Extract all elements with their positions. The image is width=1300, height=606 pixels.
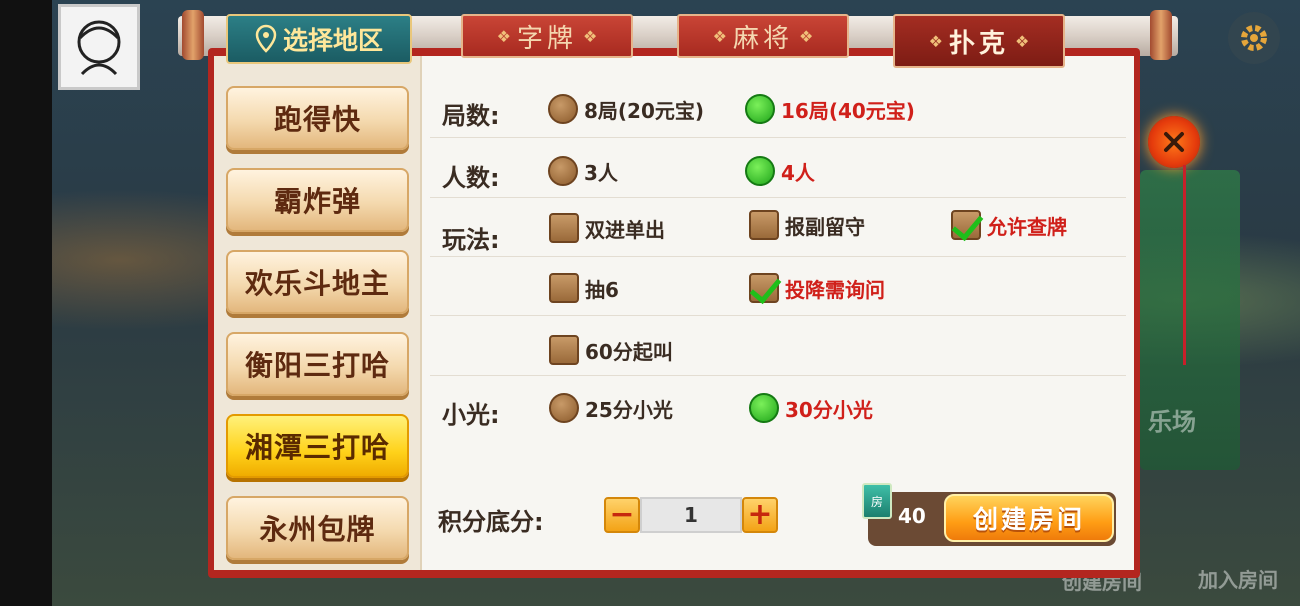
base-score-stepper: − 1 + bbox=[604, 497, 778, 533]
ornament-icon: ❖ bbox=[583, 26, 598, 46]
divider bbox=[430, 315, 1126, 316]
tassel-decoration bbox=[1183, 165, 1186, 365]
rounds-label: 局数: bbox=[442, 102, 500, 130]
option-surrender-ask[interactable]: 投降需询问 bbox=[749, 273, 885, 303]
ornament-icon: ❖ bbox=[928, 31, 943, 51]
option-rounds-16[interactable]: 16局(40元宝) bbox=[745, 94, 915, 124]
left-bar bbox=[0, 0, 52, 606]
rod-cap-right bbox=[1150, 10, 1172, 60]
settings-gear-icon[interactable] bbox=[1228, 12, 1280, 64]
option-label: 8局(20元宝) bbox=[584, 98, 705, 123]
room-card-icon: 房 bbox=[862, 483, 892, 519]
tab-zipai[interactable]: ❖ 字牌 ❖ bbox=[461, 14, 633, 58]
game-paodekuai[interactable]: 跑得快 bbox=[226, 86, 409, 150]
select-region-tab[interactable]: 选择地区 bbox=[226, 14, 412, 64]
option-label: 30分小光 bbox=[785, 397, 873, 422]
tab-zipai-label: 字牌 bbox=[516, 23, 577, 54]
option-label: 3人 bbox=[584, 160, 618, 185]
ornament-icon: ❖ bbox=[712, 26, 727, 46]
base-score-value: 1 bbox=[640, 497, 742, 533]
option-label: 允许查牌 bbox=[987, 214, 1067, 239]
ornament-icon: ❖ bbox=[799, 26, 814, 46]
radio-on-icon bbox=[749, 393, 779, 423]
divider bbox=[430, 137, 1126, 138]
radio-on-icon bbox=[745, 156, 775, 186]
game-bazhadan[interactable]: 霸炸弹 bbox=[226, 168, 409, 232]
game-xiangtan-sandaha[interactable]: 湘潭三打哈 bbox=[226, 414, 409, 478]
divider bbox=[430, 375, 1126, 376]
option-baofu-liushou[interactable]: 报副留守 bbox=[749, 210, 865, 240]
location-pin-icon bbox=[255, 24, 277, 53]
option-label: 60分起叫 bbox=[585, 339, 673, 364]
option-players-3[interactable]: 3人 bbox=[548, 156, 618, 186]
tab-mahjong-label: 麻将 bbox=[732, 23, 793, 54]
ornament-icon: ❖ bbox=[1015, 31, 1030, 51]
option-label: 投降需询问 bbox=[785, 277, 885, 302]
option-chou-6[interactable]: 抽6 bbox=[549, 273, 619, 303]
divider bbox=[430, 256, 1126, 257]
close-icon bbox=[1164, 132, 1184, 152]
checkbox-checked-icon bbox=[749, 273, 779, 303]
checkbox-icon bbox=[749, 210, 779, 240]
option-label: 抽6 bbox=[585, 277, 619, 302]
option-allow-check-cards[interactable]: 允许查牌 bbox=[951, 210, 1067, 240]
background-join-room-label: 加入房间 bbox=[1198, 568, 1278, 592]
rod-cap-left bbox=[182, 10, 204, 60]
game-yongzhou-baopai[interactable]: 永州包牌 bbox=[226, 496, 409, 560]
option-label: 4人 bbox=[781, 160, 815, 185]
checkbox-icon bbox=[549, 335, 579, 365]
ornament-icon: ❖ bbox=[496, 26, 511, 46]
select-region-label: 选择地区 bbox=[282, 26, 383, 55]
create-room-button[interactable]: 创建房间 bbox=[944, 494, 1114, 542]
option-60-points-bid[interactable]: 60分起叫 bbox=[549, 335, 673, 365]
decrement-button[interactable]: − bbox=[604, 497, 640, 533]
tab-poker-label: 扑克 bbox=[948, 28, 1009, 59]
option-rounds-8[interactable]: 8局(20元宝) bbox=[548, 94, 704, 124]
option-xiaoguang-30[interactable]: 30分小光 bbox=[749, 393, 873, 423]
base-score-label: 积分底分: bbox=[438, 508, 544, 536]
players-label: 人数: bbox=[442, 164, 500, 192]
radio-off-icon bbox=[548, 94, 578, 124]
checkbox-icon bbox=[549, 213, 579, 243]
increment-button[interactable]: + bbox=[742, 497, 778, 533]
option-label: 25分小光 bbox=[585, 397, 673, 422]
game-doudizhu[interactable]: 欢乐斗地主 bbox=[226, 250, 409, 314]
rules-label: 玩法: bbox=[442, 226, 500, 254]
xiaoguang-label: 小光: bbox=[442, 401, 500, 429]
checkbox-checked-icon bbox=[951, 210, 981, 240]
option-shuangjin-danchu[interactable]: 双进单出 bbox=[549, 213, 665, 243]
tab-poker[interactable]: ❖ 扑克 ❖ bbox=[893, 14, 1065, 68]
option-label: 16局(40元宝) bbox=[781, 98, 915, 123]
background-happy-hall-label: 乐场 bbox=[1148, 408, 1196, 436]
radio-off-icon bbox=[548, 156, 578, 186]
game-hengyang-sandaha[interactable]: 衡阳三打哈 bbox=[226, 332, 409, 396]
room-cost-value: 40 bbox=[898, 504, 926, 528]
radio-on-icon bbox=[745, 94, 775, 124]
avatar[interactable] bbox=[58, 4, 140, 90]
divider bbox=[430, 197, 1126, 198]
close-button[interactable] bbox=[1148, 116, 1200, 168]
option-label: 报副留守 bbox=[785, 214, 865, 239]
option-xiaoguang-25[interactable]: 25分小光 bbox=[549, 393, 673, 423]
checkbox-icon bbox=[549, 273, 579, 303]
avatar-icon bbox=[77, 20, 121, 76]
radio-off-icon bbox=[549, 393, 579, 423]
option-label: 双进单出 bbox=[585, 217, 665, 242]
option-players-4[interactable]: 4人 bbox=[745, 156, 815, 186]
tab-mahjong[interactable]: ❖ 麻将 ❖ bbox=[677, 14, 849, 58]
